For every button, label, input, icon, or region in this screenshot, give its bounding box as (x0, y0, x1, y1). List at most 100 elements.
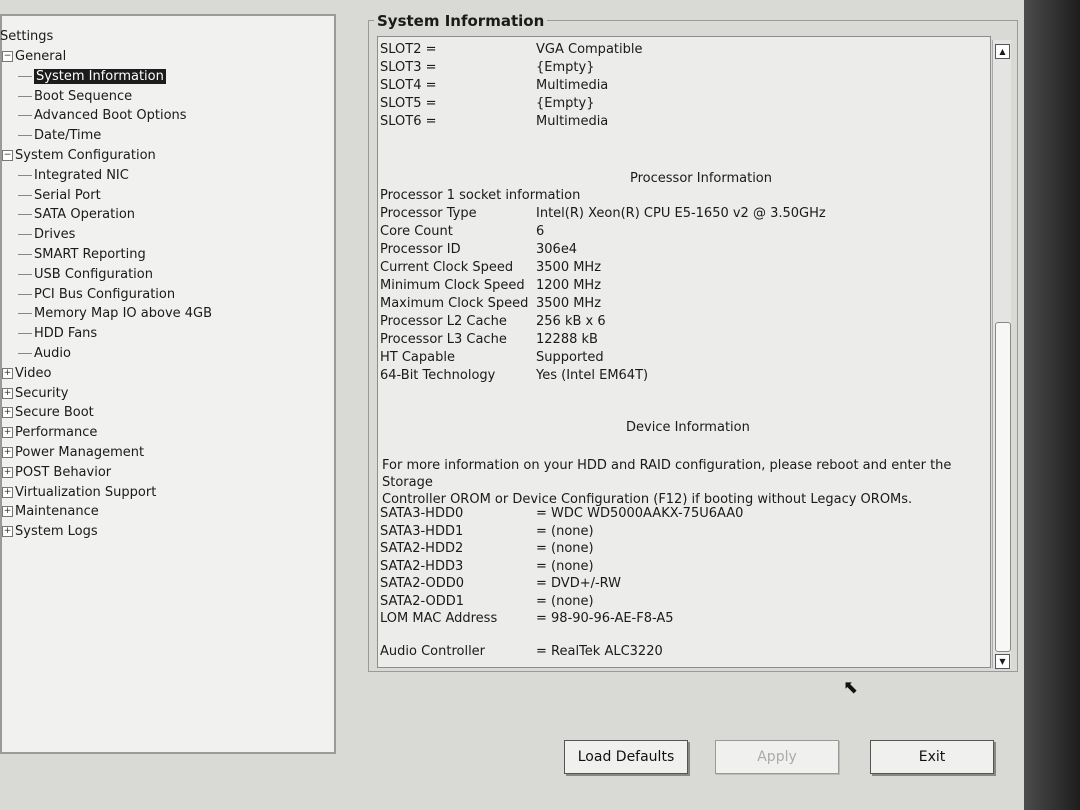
sidebar-item-hdd-fans[interactable]: HDD Fans (18, 325, 97, 343)
sidebar-item-general[interactable]: − General (2, 48, 66, 66)
tree-connector (18, 194, 32, 196)
tree-connector (18, 353, 32, 354)
sidebar-item-label: Performance (15, 425, 98, 441)
sidebar-item-label: Drives (34, 227, 76, 243)
tree-connector (18, 135, 32, 137)
sidebar-item-maintenance[interactable]: + Maintenance (2, 503, 99, 521)
sidebar-item-power-management[interactable]: + Power Management (2, 444, 144, 462)
device-label: LOM MAC Address (380, 611, 498, 626)
sidebar-item-integrated-nic[interactable]: Integrated NIC (18, 167, 129, 185)
system-information-content: SLOT2 = VGA Compatible SLOT3 = {Empty} SLOT4… (377, 36, 991, 668)
mouse-cursor-icon: ⬉ (843, 677, 859, 698)
device-row: SATA3-HDD1 = (none) (380, 523, 980, 541)
processor-value: 12288 kB (536, 332, 598, 347)
processor-value: Yes (Intel EM64T) (536, 368, 649, 383)
device-note-line-1: For more information on your HDD and RAI… (382, 458, 952, 490)
slot-label: SLOT3 = (380, 60, 437, 75)
slot-row: SLOT2 = VGA Compatible (380, 41, 980, 59)
sidebar-item-boot-sequence[interactable]: Boot Sequence (18, 88, 132, 106)
sidebar-item-label: System Information (34, 68, 166, 84)
sidebar-item-security[interactable]: + Security (2, 385, 68, 403)
sidebar-item-post-behavior[interactable]: + POST Behavior (2, 464, 111, 482)
processor-row: Processor L2 Cache 256 kB x 6 (380, 313, 980, 331)
sidebar-item-secure-boot[interactable]: + Secure Boot (2, 404, 94, 422)
sidebar-item-memory-map-io-above-4gb[interactable]: Memory Map IO above 4GB (18, 305, 212, 323)
tree-connector (18, 293, 32, 295)
collapse-icon[interactable]: − (2, 51, 13, 62)
expand-icon[interactable]: + (2, 427, 13, 439)
expand-icon[interactable]: + (2, 526, 13, 538)
sidebar-item-label: HDD Fans (34, 326, 98, 342)
tree-connector (18, 75, 32, 77)
processor-value: Supported (536, 350, 604, 365)
sidebar-item-video[interactable]: + Video (2, 365, 51, 383)
processor-value: 3500 MHz (536, 260, 602, 275)
sidebar-item-system-configuration[interactable]: − System Configuration (2, 147, 156, 165)
tree-root: Settings (0, 28, 53, 46)
load-defaults-button[interactable]: Load Defaults (564, 740, 688, 774)
processor-row: Processor L3 Cache 12288 kB (380, 331, 980, 349)
device-value: = WDC WD5000AAKX-75U6AA0 (536, 506, 744, 521)
sidebar-item-date-time[interactable]: Date/Time (18, 127, 101, 145)
page-title: System Information (374, 12, 548, 30)
sidebar-item-label: POST Behavior (15, 464, 112, 480)
sidebar-item-drives[interactable]: Drives (18, 226, 75, 244)
device-value: = (none) (536, 541, 594, 556)
expand-icon[interactable]: + (2, 407, 13, 419)
expand-icon[interactable]: + (2, 367, 13, 379)
sidebar-item-advanced-boot-options[interactable]: Advanced Boot Options (18, 107, 187, 125)
sidebar-item-label: Audio (34, 346, 71, 361)
slot-row: SLOT4 = Multimedia (380, 77, 980, 95)
scroll-thumb[interactable] (995, 322, 1011, 652)
expand-icon[interactable]: + (2, 486, 13, 498)
expand-icon[interactable]: + (2, 447, 13, 458)
sidebar-item-label: General (15, 49, 67, 64)
tree-connector (18, 333, 32, 335)
sidebar-item-system-logs[interactable]: + System Logs (2, 523, 98, 541)
content-scrollbar[interactable]: ▲ ▼ (992, 40, 1011, 669)
processor-label: Processor Type (380, 206, 477, 221)
device-value: = (none) (536, 523, 594, 539)
processor-label: Minimum Clock Speed (380, 278, 525, 293)
tree-connector (18, 234, 32, 236)
sidebar-item-sata-operation[interactable]: SATA Operation (18, 206, 135, 224)
expand-icon[interactable]: + (2, 387, 13, 399)
sidebar-item-serial-port[interactable]: Serial Port (18, 187, 101, 205)
apply-button[interactable]: Apply (715, 740, 839, 774)
device-row: SATA3-HDD0 = WDC WD5000AAKX-75U6AA0 (380, 505, 980, 523)
expand-icon[interactable]: + (2, 506, 13, 518)
sidebar-item-label: Power Management (15, 445, 145, 460)
sidebar-item-usb-configuration[interactable]: USB Configuration (18, 266, 153, 284)
processor-value: 3500 MHz (536, 296, 602, 311)
slot-value: VGA Compatible (536, 42, 643, 57)
sidebar-item-system-information[interactable]: System Information (18, 68, 166, 86)
sidebar-item-label: Serial Port (34, 187, 101, 203)
tree-connector (18, 214, 32, 216)
slot-label: SLOT2 = (380, 42, 437, 57)
sidebar-item-virtualization-support[interactable]: + Virtualization Support (2, 484, 156, 502)
slot-label: SLOT6 = (380, 114, 437, 129)
sidebar-item-smart-reporting[interactable]: SMART Reporting (18, 246, 146, 264)
scroll-up-icon[interactable]: ▲ (995, 44, 1010, 59)
sidebar-item-label: Security (15, 385, 69, 401)
processor-socket-label: Processor 1 socket information (380, 188, 581, 203)
audio-controller-value: = RealTek ALC3220 (536, 644, 663, 659)
expand-icon[interactable]: + (2, 466, 13, 478)
sidebar-item-label: Boot Sequence (34, 88, 133, 104)
tree-root-label: Settings (0, 29, 54, 44)
processor-row: Current Clock Speed 3500 MHz (380, 259, 980, 277)
collapse-icon[interactable]: − (2, 150, 13, 161)
tree-connector (18, 273, 32, 275)
sidebar-item-label: Memory Map IO above 4GB (34, 306, 213, 322)
sidebar-item-label: System Logs (15, 524, 98, 540)
sidebar-item-pci-bus-configuration[interactable]: PCI Bus Configuration (18, 286, 175, 304)
processor-label: Processor L3 Cache (380, 332, 507, 347)
sidebar-item-performance[interactable]: + Performance (2, 424, 97, 442)
scroll-down-icon[interactable]: ▼ (995, 654, 1010, 669)
audio-controller-label: Audio Controller (380, 644, 486, 659)
sidebar-item-label: Virtualization Support (15, 484, 157, 500)
device-value: = DVD+/-RW (536, 576, 622, 591)
exit-button[interactable]: Exit (870, 740, 994, 774)
sidebar-item-audio[interactable]: Audio (18, 345, 71, 363)
processor-row: HT Capable Supported (380, 349, 980, 367)
